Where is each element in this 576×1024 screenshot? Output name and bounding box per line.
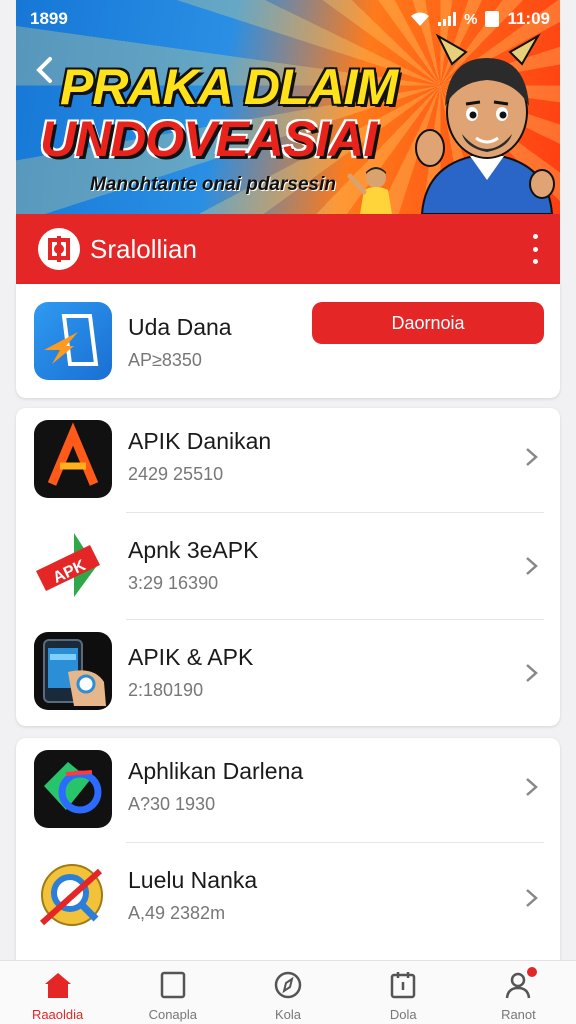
list-item[interactable]: Luelu Nanka A,49 2382m: [16, 843, 560, 970]
chevron-right-icon: [526, 889, 538, 907]
nav-label-compass: Kola: [274, 1007, 302, 1022]
app-logo[interactable]: [38, 228, 80, 270]
more-vert-icon: [532, 234, 538, 239]
percent-icon: %: [464, 10, 478, 28]
chevron-right-icon: [526, 448, 538, 466]
battery-icon: [485, 11, 500, 27]
promo-banner[interactable]: 1899 % 11:09 PRAKA DLAIM UNDOVEASIAI Man…: [16, 0, 560, 214]
chevron-left-icon: [36, 57, 52, 83]
featured-app-meta: AP≥8350: [128, 350, 202, 370]
download-button[interactable]: Daornoia: [312, 302, 544, 344]
phone-hand-icon: [34, 632, 112, 710]
nav-item-home[interactable]: Raaoldia: [0, 961, 115, 1024]
list-item-meta: A?30 1930: [128, 794, 216, 814]
nav-item-profile[interactable]: Ranot: [461, 961, 576, 1024]
list-item-name: APIK & APK: [128, 644, 254, 670]
nav-item-square[interactable]: Conapla: [115, 961, 230, 1024]
app-header-title: Sralollian: [90, 234, 197, 264]
list-item-name: Apnk 3eAPK: [128, 537, 259, 563]
mascot-illustration: [415, 33, 555, 214]
list-item-meta: 3:29 16390: [128, 573, 219, 593]
list-item[interactable]: APIK & APK 2:180190: [16, 620, 560, 726]
nav-label-calendar: Dola: [389, 1007, 417, 1022]
list-item-meta: A,49 2382m: [128, 903, 226, 923]
list-item-name: Luelu Nanka: [128, 867, 258, 893]
small-cheering-figure-illustration: [347, 167, 392, 214]
apk-a-logo-icon: [34, 420, 112, 498]
green-circle-logo-icon: [34, 750, 112, 828]
overflow-menu-button[interactable]: [530, 234, 540, 264]
list-item-name: Aphlikan Darlena: [128, 758, 304, 784]
app-logo-icon: [48, 236, 70, 262]
chevron-right-icon: [526, 778, 538, 796]
signal-icon: [438, 12, 457, 26]
nav-item-compass[interactable]: Kola: [230, 961, 345, 1024]
document-arrow-icon: [44, 314, 99, 366]
app-list-card-1: APIK Danikan 2429 25510 APK Apnk 3eAPK 3…: [16, 408, 560, 726]
list-item-meta: 2:180190: [128, 680, 204, 700]
list-item[interactable]: Aphlikan Darlena A?30 1930: [16, 738, 560, 842]
wifi-icon: [411, 12, 430, 26]
list-item-name: APIK Danikan: [128, 428, 272, 454]
status-icons: % 11:09: [410, 9, 550, 29]
banner-subtitle: Manohtante onai pdarsesin: [90, 174, 336, 195]
list-item[interactable]: APIK Danikan 2429 25510: [16, 408, 560, 512]
calendar-icon: [390, 972, 416, 999]
list-item-meta: 2429 25510: [128, 464, 224, 484]
notification-badge: [524, 965, 539, 979]
search-badge-icon: [34, 857, 112, 935]
status-time-left: 1899: [30, 9, 68, 28]
featured-app-icon: [34, 302, 112, 380]
square-icon: [160, 971, 186, 999]
nav-label-profile: Ranot: [501, 1007, 536, 1022]
chevron-right-icon: [526, 664, 538, 682]
banner-headline-line2: UNDOVEASIAI: [40, 111, 377, 167]
banner-headline-line1: PRAKA DLAIM: [60, 59, 398, 115]
compass-icon: [274, 971, 302, 999]
app-header: Sralollian: [16, 214, 560, 284]
apk-ribbon-icon: APK: [34, 527, 112, 605]
chevron-right-icon: [526, 557, 538, 575]
list-item[interactable]: APK Apnk 3eAPK 3:29 16390: [16, 513, 560, 619]
featured-app-card[interactable]: Uda Dana AP≥8350 Daornoia: [16, 284, 560, 398]
nav-label-square: Conapla: [148, 1007, 198, 1022]
nav-item-calendar[interactable]: Dola: [346, 961, 461, 1024]
bottom-navigation: Raaoldia Conapla Kola Dola Ranot: [0, 960, 576, 1024]
home-icon: [44, 973, 71, 998]
featured-app-name: Uda Dana: [128, 314, 232, 340]
nav-label-home: Raaoldia: [31, 1007, 84, 1022]
status-time-right: 11:09: [507, 9, 550, 28]
app-list-card-2: Aphlikan Darlena A?30 1930 Luelu Nanka A…: [16, 738, 560, 970]
